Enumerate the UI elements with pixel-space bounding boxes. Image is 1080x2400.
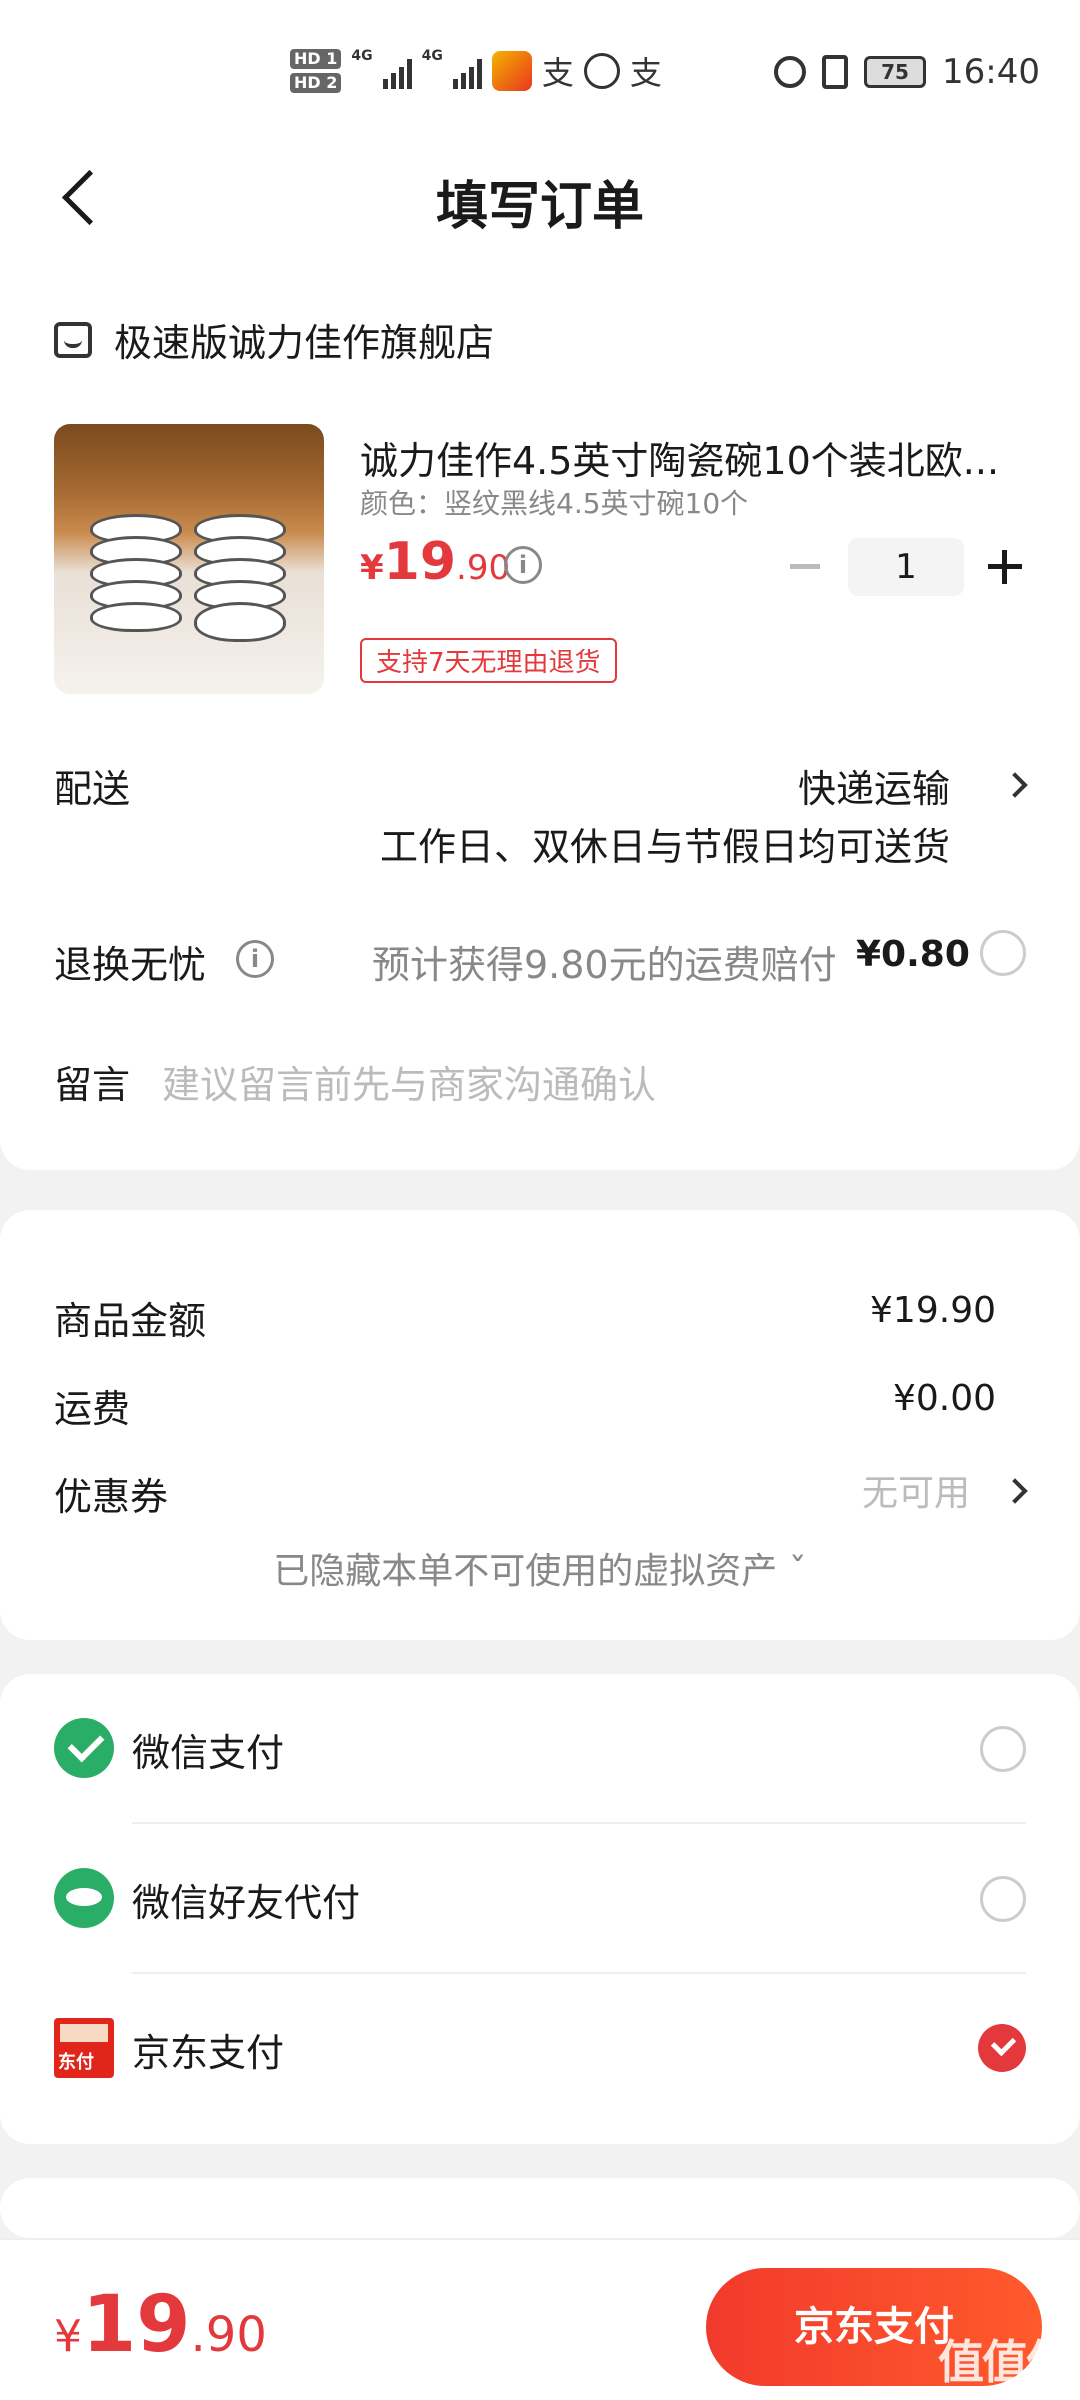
wechat-friend-pay-icon [54, 1868, 114, 1928]
quantity-plus-button[interactable] [988, 550, 1022, 584]
price-info-icon[interactable]: i [504, 546, 542, 584]
delivery-schedule: 工作日、双休日与节假日均可送货 [379, 825, 950, 869]
return-insurance-text: 预计获得9.80元的运费赔付 [372, 943, 837, 987]
wechat-friend-pay-radio[interactable] [980, 1876, 1026, 1922]
total-price: ¥19.90 [54, 2280, 267, 2370]
status-right: 75 16:40 [774, 52, 1040, 92]
payment-option-wechat-friend[interactable]: 微信好友代付 [0, 1824, 1080, 1974]
return-policy-badge: 支持7天无理由退货 [360, 638, 617, 683]
vibrate-icon [822, 55, 849, 89]
price-decimal: .90 [456, 548, 511, 588]
total-currency: ¥ [54, 2311, 82, 2362]
checkout-bar: ¥19.90 京东支付 值值值 [0, 2238, 1080, 2400]
hd1-badge: HD 1 [290, 49, 342, 69]
signal-icon-2 [452, 53, 482, 89]
jd-pay-selected-check-icon[interactable] [978, 2024, 1026, 2072]
total-decimal: .90 [190, 2307, 267, 2363]
payment-label: 京东支付 [132, 2031, 285, 2075]
status-bar: HD 1 HD 2 4G 4G 支 支 75 16:40 [0, 0, 1080, 130]
product-name[interactable]: 诚力佳作4.5英寸陶瓷碗10个装北欧... [360, 430, 1020, 485]
watermark: 值值值 [938, 2335, 1072, 2389]
alipay-notification-icon: 支 [541, 54, 574, 92]
payment-label: 微信好友代付 [132, 1881, 361, 1925]
goods-amount-value: ¥19.90 [870, 1290, 996, 1331]
shipping-value: ¥0.00 [892, 1378, 996, 1419]
store-icon [54, 321, 92, 358]
payment-methods-card: 微信支付 微信好友代付 东付 京东支付 [0, 1674, 1080, 2144]
jd-pay-icon: 东付 [54, 2018, 114, 2078]
price-currency: ¥ [360, 548, 384, 588]
delivery-chevron-icon[interactable] [1002, 772, 1028, 798]
store-header[interactable]: 极速版诚力佳作旗舰店 [54, 312, 494, 367]
jd-pay-icon-text: 东付 [58, 2052, 94, 2073]
hd2-badge: HD 2 [290, 73, 342, 93]
delivery-label: 配送 [54, 767, 131, 811]
payment-option-jd[interactable]: 东付 京东支付 [0, 1974, 1080, 2124]
return-insurance-info-icon[interactable]: i [236, 940, 274, 978]
total-integer: 19 [82, 2280, 191, 2370]
network-type-1: 4G [351, 48, 373, 64]
page-title: 填写订单 [435, 177, 644, 237]
store-name: 极速版诚力佳作旗舰店 [114, 321, 495, 365]
product-price: ¥19.90 [360, 532, 510, 592]
payment-option-wechat[interactable]: 微信支付 [0, 1674, 1080, 1824]
hd-indicators: HD 1 HD 2 [290, 49, 342, 93]
product-spec: 颜色：竖纹黑线4.5英寸碗10个 [360, 487, 749, 520]
signal-icon [382, 53, 412, 89]
shipping-label: 运费 [54, 1387, 131, 1431]
message-label: 留言 [54, 1063, 131, 1107]
status-left: HD 1 HD 2 4G 4G 支 支 [290, 48, 662, 94]
return-insurance-label: 退换无忧 [54, 943, 207, 987]
return-insurance-price: ¥0.80 [856, 934, 970, 975]
return-insurance-radio[interactable] [980, 930, 1026, 976]
coupon-chevron-icon[interactable] [1002, 1478, 1028, 1504]
network-type-2: 4G [421, 48, 443, 64]
alarm-icon [774, 56, 807, 88]
more-section-card [0, 2178, 1080, 2238]
quantity-input[interactable]: 1 [848, 538, 964, 596]
wechat-pay-icon [54, 1718, 114, 1778]
coupon-label: 优惠券 [54, 1475, 169, 1519]
clock: 16:40 [942, 52, 1040, 92]
wechat-pay-radio[interactable] [980, 1726, 1026, 1772]
coupon-value[interactable]: 无可用 [862, 1464, 970, 1516]
order-item-card: 极速版诚力佳作旗舰店 诚力佳作4.5英寸陶瓷碗10个装北欧... 颜色：竖纹黑线… [0, 270, 1080, 1170]
hidden-assets-toggle[interactable]: 已隐藏本单不可使用的虚拟资产 ˇ [0, 1542, 1080, 1594]
app-notification-icon [491, 51, 532, 91]
page-header: 填写订单 [0, 130, 1080, 270]
battery-icon: 75 [864, 56, 927, 88]
product-thumbnail[interactable] [54, 424, 324, 694]
delivery-method[interactable]: 快递运输 [798, 758, 950, 813]
alipay-notification-icon-2: 支 [629, 54, 662, 92]
price-summary-card: 商品金额 ¥19.90 运费 ¥0.00 优惠券 无可用 已隐藏本单不可使用的虚… [0, 1210, 1080, 1640]
hand-notification-icon [583, 53, 620, 89]
price-integer: 19 [383, 532, 457, 592]
goods-amount-label: 商品金额 [54, 1299, 207, 1343]
payment-label: 微信支付 [132, 1731, 285, 1775]
quantity-minus-button[interactable] [790, 564, 820, 569]
message-input[interactable]: 建议留言前先与商家沟通确认 [162, 1054, 656, 1109]
